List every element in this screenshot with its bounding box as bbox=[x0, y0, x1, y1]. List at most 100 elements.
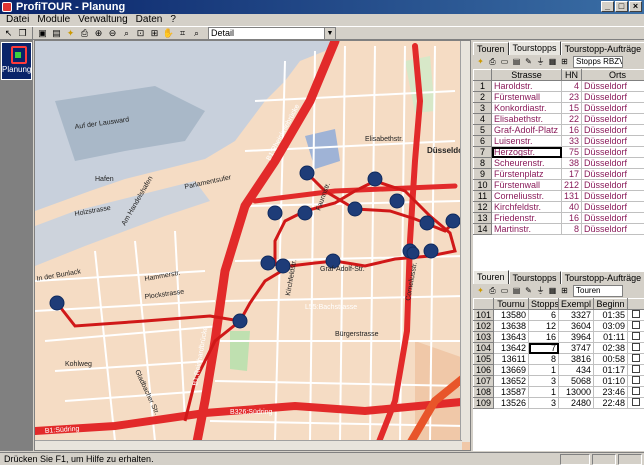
column-header-stopps[interactable]: Stopps bbox=[528, 298, 559, 310]
search-icon[interactable]: ⌕ bbox=[190, 27, 203, 39]
checkbox-icon[interactable] bbox=[632, 365, 640, 373]
cell-hn[interactable]: 8 bbox=[561, 223, 582, 235]
map-vertical-scrollbar[interactable] bbox=[460, 41, 470, 442]
table-row[interactable]: 13 Friedenstr. 16 Düsseldorf bbox=[473, 212, 644, 224]
row-checkbox[interactable] bbox=[627, 320, 644, 332]
row-number[interactable]: 106 bbox=[473, 364, 494, 376]
table-row[interactable]: 9 Fürstenplatz 17 Düsseldorf bbox=[473, 168, 644, 180]
cell-stopps[interactable]: 8 bbox=[528, 353, 559, 365]
highlight-icon[interactable]: ✦ bbox=[64, 27, 77, 39]
list-icon[interactable]: ▤ bbox=[511, 286, 522, 297]
checkbox-icon[interactable] bbox=[632, 376, 640, 384]
cell-strasse[interactable]: Corneliusstr. bbox=[491, 190, 562, 202]
row-number[interactable]: 14 bbox=[473, 223, 492, 235]
cell-beginn[interactable]: 01:35 bbox=[593, 309, 628, 321]
help-pointer-icon[interactable]: ↖ bbox=[2, 27, 15, 39]
column-header-strasse[interactable]: Strasse bbox=[491, 69, 562, 81]
cell-beginn[interactable]: 01:11 bbox=[593, 331, 628, 343]
row-number[interactable]: 13 bbox=[473, 212, 492, 224]
row-number[interactable]: 101 bbox=[473, 309, 494, 321]
table-row[interactable]: 105 13611 8 3816 00:58 bbox=[473, 353, 644, 365]
tour-stop-marker[interactable] bbox=[299, 165, 315, 181]
table-row[interactable]: 5 Graf-Adolf-Platz 16 Düsseldorf bbox=[473, 124, 644, 136]
cell-strasse[interactable]: Haroldstr. bbox=[491, 80, 562, 92]
cell-hn[interactable]: 23 bbox=[561, 91, 582, 103]
minimize-button[interactable]: _ bbox=[601, 1, 614, 12]
tab-touren[interactable]: Touren bbox=[473, 42, 509, 55]
touren-grid[interactable]: Tournu Stopps Exempl Beginn 101 13580 6 332… bbox=[473, 298, 644, 451]
planung-module-button[interactable]: Planung bbox=[1, 42, 32, 80]
edit-icon[interactable]: ✎ bbox=[523, 57, 534, 68]
filter-icon[interactable]: ⏚ bbox=[535, 57, 546, 68]
cell-exemplare[interactable]: 2480 bbox=[558, 397, 594, 409]
tab-touren[interactable]: Touren bbox=[473, 270, 509, 284]
cell-beginn[interactable]: 01:17 bbox=[593, 364, 628, 376]
cell-hn[interactable]: 17 bbox=[561, 168, 582, 180]
cell-exemplare[interactable]: 3327 bbox=[558, 309, 594, 321]
row-checkbox[interactable] bbox=[627, 353, 644, 365]
cell-hn[interactable]: 38 bbox=[561, 157, 582, 169]
filter-icon[interactable]: ⏚ bbox=[535, 286, 546, 297]
row-checkbox[interactable] bbox=[627, 342, 644, 354]
checkbox-icon[interactable] bbox=[632, 321, 640, 329]
tour-stop-marker[interactable] bbox=[423, 243, 439, 259]
row-number[interactable]: 109 bbox=[473, 397, 494, 409]
tour-stop-marker[interactable] bbox=[389, 193, 405, 209]
cell-exemplare[interactable]: 5068 bbox=[558, 375, 594, 387]
cell-ort[interactable]: Düsseldorf bbox=[581, 135, 644, 147]
cell-tournummer[interactable]: 13642 bbox=[493, 342, 529, 354]
cell-stopps[interactable]: 6 bbox=[528, 309, 559, 321]
menu-module[interactable]: Module bbox=[33, 14, 74, 26]
checkbox-icon[interactable] bbox=[632, 332, 640, 340]
cell-stopps[interactable]: 7 bbox=[528, 342, 559, 354]
row-number[interactable]: 11 bbox=[473, 190, 492, 202]
tour-stop-marker[interactable] bbox=[49, 295, 65, 311]
cell-hn[interactable]: 4 bbox=[561, 80, 582, 92]
column-header-exemplare[interactable]: Exempl bbox=[558, 298, 594, 310]
tour-stop-marker[interactable] bbox=[419, 215, 435, 231]
row-number[interactable]: 7 bbox=[473, 146, 492, 158]
cell-ort[interactable]: Düsseldorf bbox=[581, 168, 644, 180]
menu-datei[interactable]: Datei bbox=[2, 14, 33, 26]
tour-stop-marker[interactable] bbox=[445, 213, 461, 229]
row-number[interactable]: 3 bbox=[473, 102, 492, 114]
menu-verwaltung[interactable]: Verwaltung bbox=[74, 14, 131, 26]
tour-stop-marker[interactable] bbox=[406, 246, 420, 260]
tour-stop-marker[interactable] bbox=[367, 171, 383, 187]
window-icon[interactable]: ▣ bbox=[36, 27, 49, 39]
zoom-out-icon[interactable]: ⊖ bbox=[106, 27, 119, 39]
table-row[interactable]: 3 Konkordiastr. 15 Düsseldorf bbox=[473, 102, 644, 114]
checkbox-icon[interactable] bbox=[632, 387, 640, 395]
chevron-down-icon[interactable]: ▼ bbox=[324, 27, 335, 39]
tour-stop-marker[interactable] bbox=[297, 205, 313, 221]
zoom-area-icon[interactable]: ⊡ bbox=[134, 27, 147, 39]
column-header-beginn[interactable]: Beginn bbox=[593, 298, 628, 310]
checkbox-icon[interactable] bbox=[632, 354, 640, 362]
cell-hn[interactable]: 22 bbox=[561, 113, 582, 125]
column-header-orts[interactable]: Orts bbox=[581, 69, 644, 81]
cell-beginn[interactable]: 23:46 bbox=[593, 386, 628, 398]
cell-ort[interactable]: Düsseldorf bbox=[581, 124, 644, 136]
print-icon[interactable]: ⎙ bbox=[487, 57, 498, 68]
cell-strasse[interactable]: Fürstenwall bbox=[491, 179, 562, 191]
cell-ort[interactable]: Düsseldorf bbox=[581, 190, 644, 202]
row-number[interactable]: 107 bbox=[473, 375, 494, 387]
cell-tournummer[interactable]: 13652 bbox=[493, 375, 529, 387]
maximize-button[interactable]: □ bbox=[615, 1, 628, 12]
tour-stop-marker[interactable] bbox=[347, 201, 363, 217]
cell-beginn[interactable]: 22:48 bbox=[593, 397, 628, 409]
column-header-tournummer[interactable]: Tournu bbox=[493, 298, 529, 310]
table-icon[interactable]: ▦ bbox=[547, 57, 558, 68]
cell-stopps[interactable]: 16 bbox=[528, 331, 559, 343]
cell-ort[interactable]: Düsseldorf bbox=[581, 201, 644, 213]
table-row[interactable]: 104 13642 7 3747 02:38 bbox=[473, 342, 644, 354]
table-row[interactable]: 108 13587 1 13000 23:46 bbox=[473, 386, 644, 398]
cell-hn[interactable]: 75 bbox=[561, 146, 582, 158]
cell-beginn[interactable]: 01:10 bbox=[593, 375, 628, 387]
cell-ort[interactable]: Düsseldorf bbox=[581, 102, 644, 114]
cell-tournummer[interactable]: 13643 bbox=[493, 331, 529, 343]
pan-hand-icon[interactable]: ✋ bbox=[162, 27, 175, 39]
menu-daten[interactable]: Daten bbox=[132, 14, 167, 26]
table-row[interactable]: 10 Fürstenwall 212 Düsseldorf bbox=[473, 179, 644, 191]
document-icon[interactable]: ▭ bbox=[499, 286, 510, 297]
